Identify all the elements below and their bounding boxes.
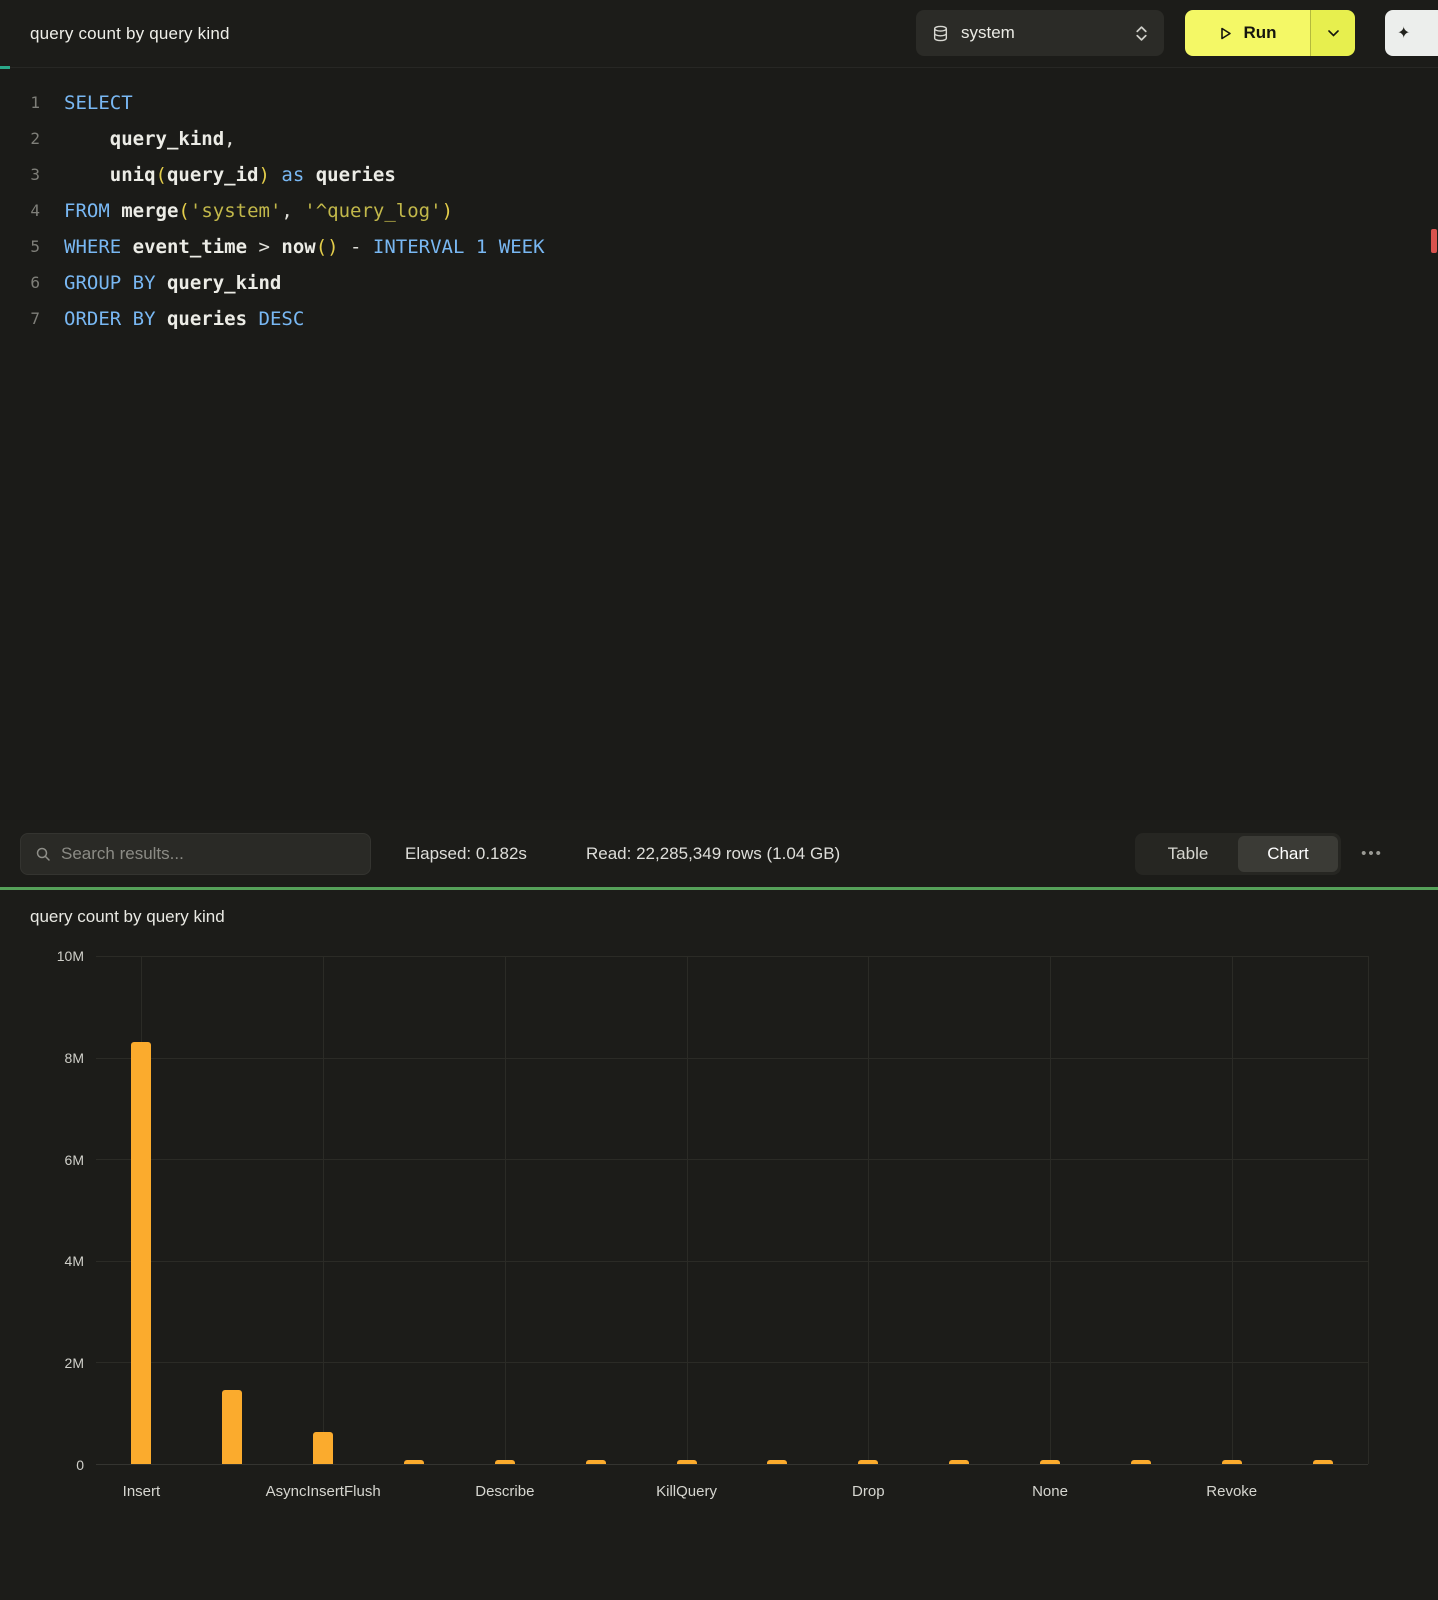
x-axis-label: AsyncInsertFlush <box>266 1483 381 1500</box>
y-axis-label: 2M <box>65 1355 84 1371</box>
code-text: ORDER BY queries DESC <box>64 301 304 337</box>
chart-bar <box>1222 1460 1242 1464</box>
x-axis-label: Drop <box>852 1483 885 1500</box>
chart-bar <box>1131 1460 1151 1464</box>
database-selector[interactable]: system <box>916 10 1164 56</box>
v-gridline <box>1050 956 1051 1464</box>
v-gridline <box>1232 956 1233 1464</box>
search-results-input[interactable] <box>61 844 356 864</box>
line-number: 6 <box>0 265 40 301</box>
line-number: 5 <box>0 229 40 265</box>
chart-bar <box>404 1460 424 1464</box>
chart-panel: query count by query kind 10M 8M 6M 4M 2M 0 I… <box>0 890 1438 1600</box>
results-toolbar: Elapsed: 0.182s Read: 22,285,349 rows (1… <box>0 820 1438 887</box>
header-bar: query count by query kind system Run <box>0 0 1438 68</box>
chart-bar <box>1313 1460 1333 1464</box>
chart-plot-area <box>96 956 1368 1465</box>
secondary-action-button[interactable]: ✦ <box>1385 10 1438 56</box>
sparkle-icon: ✦ <box>1397 23 1410 43</box>
x-axis-label: Describe <box>475 1483 534 1500</box>
code-line[interactable]: 6 GROUP BY query_kind <box>0 265 1438 301</box>
line-number: 7 <box>0 301 40 337</box>
y-axis-label: 4M <box>65 1253 84 1269</box>
code-text: GROUP BY query_kind <box>64 265 281 301</box>
v-gridline <box>1368 956 1369 1464</box>
run-split-button: Run <box>1185 10 1355 56</box>
v-gridline <box>687 956 688 1464</box>
code-text: FROM merge('system', '^query_log') <box>64 193 453 229</box>
read-stat: Read: 22,285,349 rows (1.04 GB) <box>586 820 840 887</box>
chart-bar <box>495 1460 515 1464</box>
v-gridline <box>868 956 869 1464</box>
search-box <box>20 833 371 875</box>
chart-bar <box>222 1390 242 1464</box>
chart-bar <box>858 1460 878 1464</box>
chart-bar <box>586 1460 606 1464</box>
view-toggle: Table Chart <box>1135 833 1341 875</box>
chart-title: query count by query kind <box>30 907 225 927</box>
code-text: SELECT <box>64 85 133 121</box>
more-options-button[interactable]: ••• <box>1352 820 1392 887</box>
chart-bar <box>949 1460 969 1464</box>
x-axis-label: None <box>1032 1483 1068 1500</box>
y-axis-label: 0 <box>76 1457 84 1473</box>
line-number: 1 <box>0 85 40 121</box>
play-icon <box>1218 26 1233 41</box>
code-line[interactable]: 2 query_kind, <box>0 121 1438 157</box>
run-button-label: Run <box>1243 23 1276 43</box>
scrollbar-error-marker <box>1431 229 1437 253</box>
x-axis-label: Revoke <box>1206 1483 1257 1500</box>
h-gridline <box>96 1159 1368 1160</box>
code-line[interactable]: 1 SELECT <box>0 85 1438 121</box>
code-line[interactable]: 7 ORDER BY queries DESC <box>0 301 1438 337</box>
chart-y-axis: 10M8M6M4M2M0 <box>0 956 84 1465</box>
tab-chart[interactable]: Chart <box>1238 836 1338 872</box>
code-text: uniq(query_id) as queries <box>64 157 396 193</box>
run-button[interactable]: Run <box>1185 10 1310 56</box>
h-gridline <box>96 1261 1368 1262</box>
line-number: 2 <box>0 121 40 157</box>
chart-bar <box>767 1460 787 1464</box>
search-icon <box>35 846 51 862</box>
chevron-up-down-icon <box>1135 25 1148 42</box>
database-selector-value: system <box>961 23 1123 43</box>
editor-top-accent <box>0 66 10 69</box>
sql-editor[interactable]: 1SELECT2 query_kind,3 uniq(query_id) as … <box>0 68 1438 820</box>
y-axis-label: 6M <box>65 1152 84 1168</box>
v-gridline <box>505 956 506 1464</box>
y-axis-label: 8M <box>65 1050 84 1066</box>
v-gridline <box>323 956 324 1464</box>
chart-bar <box>1040 1460 1060 1464</box>
h-gridline <box>96 956 1368 957</box>
y-axis-label: 10M <box>57 948 84 964</box>
h-gridline <box>96 1362 1368 1363</box>
tab-table[interactable]: Table <box>1138 836 1238 872</box>
code-line[interactable]: 5 WHERE event_time > now() - INTERVAL 1 W… <box>0 229 1438 265</box>
elapsed-stat: Elapsed: 0.182s <box>405 820 527 887</box>
chevron-down-icon <box>1328 30 1339 37</box>
run-options-button[interactable] <box>1310 10 1355 56</box>
chart-bar <box>313 1432 333 1464</box>
database-icon <box>932 25 949 42</box>
code-line[interactable]: 4 FROM merge('system', '^query_log') <box>0 193 1438 229</box>
chart-x-axis: Insert AsyncInsertFlush Describe KillQuery D… <box>96 1479 1368 1505</box>
line-number: 4 <box>0 193 40 229</box>
line-number: 3 <box>0 157 40 193</box>
chart-bar <box>677 1460 697 1464</box>
page-title: query count by query kind <box>30 0 230 68</box>
chart-bar <box>131 1042 151 1464</box>
code-text: query_kind, <box>64 121 236 157</box>
x-axis-label: KillQuery <box>656 1483 717 1500</box>
code-line[interactable]: 3 uniq(query_id) as queries <box>0 157 1438 193</box>
h-gridline <box>96 1058 1368 1059</box>
code-text: WHERE event_time > now() - INTERVAL 1 WE… <box>64 229 545 265</box>
x-axis-label: Insert <box>123 1483 161 1500</box>
